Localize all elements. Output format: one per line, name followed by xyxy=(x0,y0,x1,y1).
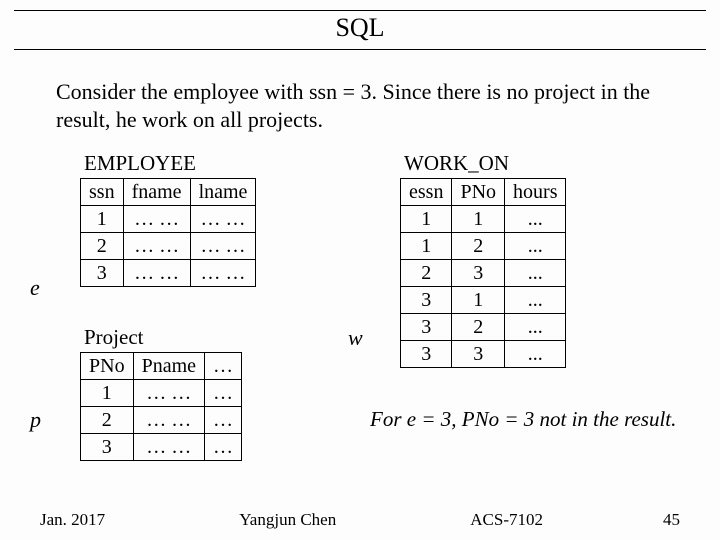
table-row: 1 … … … … xyxy=(81,206,256,233)
col-ssn: ssn xyxy=(81,179,124,206)
employee-title: EMPLOYEE xyxy=(80,151,256,176)
footer-author: Yangjun Chen xyxy=(239,510,336,530)
table-row: 1 … … … xyxy=(81,380,242,407)
workon-table: essn PNo hours 1 1 ... 1 2 ... 2 3 ... 3 xyxy=(400,178,566,368)
table-row: 2 … … … … xyxy=(81,233,256,260)
table-row: 3 … … … … xyxy=(81,260,256,287)
workon-section: WORK_ON essn PNo hours 1 1 ... 1 2 ... 2… xyxy=(400,151,566,368)
footer-page: 45 xyxy=(663,510,680,530)
label-p: p xyxy=(30,407,41,433)
table-row: 1 1 ... xyxy=(401,206,566,233)
employee-section: EMPLOYEE ssn fname lname 1 … … … … 2 … …… xyxy=(80,151,256,287)
table-head: ssn fname lname xyxy=(81,179,256,206)
label-w: w xyxy=(348,325,363,351)
col-essn: essn xyxy=(401,179,452,206)
content-area: e p w EMPLOYEE ssn fname lname 1 … … … …… xyxy=(0,145,720,485)
table-row: 1 2 ... xyxy=(401,233,566,260)
table-row: 3 3 ... xyxy=(401,341,566,368)
col-extra: … xyxy=(205,353,242,380)
col-hours: hours xyxy=(505,179,566,206)
intro-text: Consider the employee with ssn = 3. Sinc… xyxy=(56,78,664,133)
workon-title: WORK_ON xyxy=(400,151,566,176)
project-title: Project xyxy=(80,325,242,350)
employee-table: ssn fname lname 1 … … … … 2 … … … … 3 … … xyxy=(80,178,256,287)
page-title: SQL xyxy=(14,10,706,50)
project-table: PNo Pname … 1 … … … 2 … … … 3 … … … xyxy=(80,352,242,461)
label-e: e xyxy=(30,275,40,301)
table-row: 3 … … … xyxy=(81,434,242,461)
header: SQL xyxy=(0,0,720,50)
table-row: 3 1 ... xyxy=(401,287,566,314)
col-lname: lname xyxy=(190,179,256,206)
footer-course: ACS-7102 xyxy=(470,510,543,530)
project-section: Project PNo Pname … 1 … … … 2 … … … 3 … … xyxy=(80,325,242,461)
table-row: 3 2 ... xyxy=(401,314,566,341)
table-row: 2 3 ... xyxy=(401,260,566,287)
table-row: 2 … … … xyxy=(81,407,242,434)
col-pno: PNo xyxy=(81,353,134,380)
table-head: essn PNo hours xyxy=(401,179,566,206)
footer: Jan. 2017 Yangjun Chen ACS-7102 45 xyxy=(0,510,720,530)
footer-date: Jan. 2017 xyxy=(40,510,105,530)
col-pno: PNo xyxy=(452,179,505,206)
note-text: For e = 3, PNo = 3 not in the result. xyxy=(370,407,700,432)
table-head: PNo Pname … xyxy=(81,353,242,380)
col-pname: Pname xyxy=(133,353,204,380)
col-fname: fname xyxy=(123,179,190,206)
